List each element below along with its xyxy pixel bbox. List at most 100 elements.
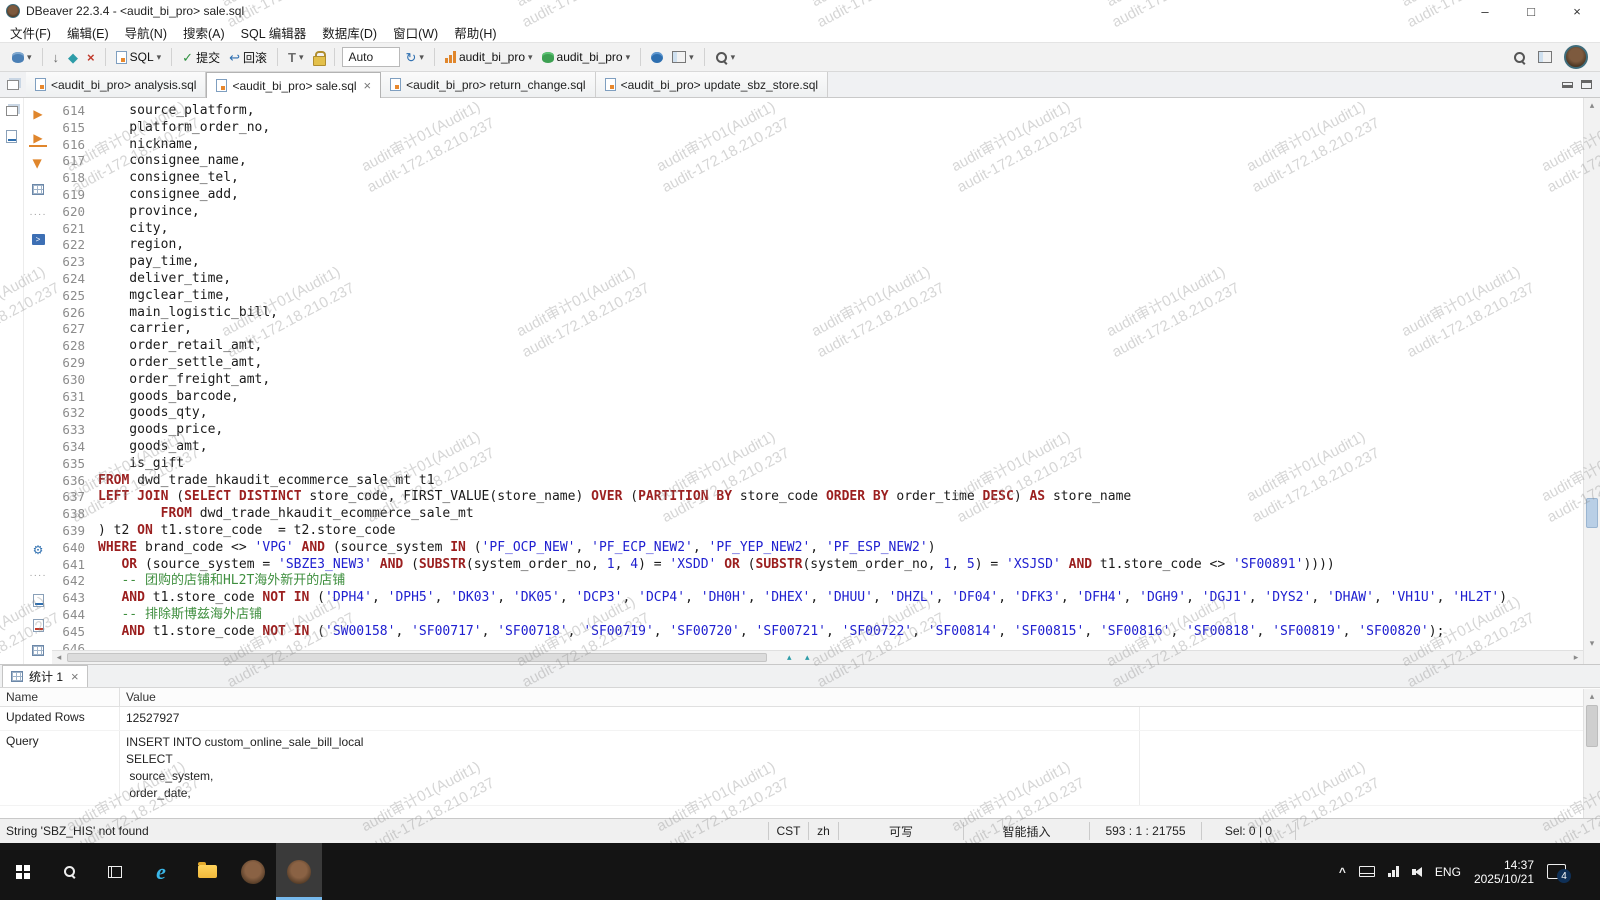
- commit-mode-input[interactable]: Auto: [342, 47, 400, 67]
- code-line[interactable]: 645 AND t1.store_code NOT IN ('SW00158',…: [52, 624, 1583, 641]
- close-panel-icon[interactable]: ×: [71, 669, 79, 684]
- code-line[interactable]: 646: [52, 641, 1583, 651]
- editor-tab-3[interactable]: <audit_bi_pro> return_change.sql: [381, 72, 595, 97]
- minimized-views-icon[interactable]: [6, 106, 18, 116]
- code-line[interactable]: 634 goods_amt,: [52, 439, 1583, 456]
- transaction-mode-dropdown[interactable]: T ▾: [285, 49, 306, 66]
- code-line[interactable]: 619 consignee_add,: [52, 187, 1583, 204]
- menu-item-7[interactable]: 窗口(W): [385, 21, 446, 44]
- grid-view-icon[interactable]: [29, 642, 47, 658]
- task-view-button[interactable]: [92, 843, 138, 900]
- sql-editor-surface[interactable]: 614 source_platform,615 platform_order_n…: [52, 98, 1583, 664]
- output-view-icon[interactable]: [29, 592, 47, 608]
- rollback-button[interactable]: ↩ 回滚: [226, 47, 270, 68]
- sql-editor-dropdown[interactable]: SQL ▾: [113, 48, 165, 66]
- column-header-name[interactable]: Name: [0, 688, 120, 706]
- scroll-right-arrow[interactable]: ▸: [1569, 651, 1583, 664]
- dbeaver-logo-icon[interactable]: [1564, 45, 1588, 69]
- maximize-button[interactable]: □: [1508, 0, 1554, 22]
- network-icon[interactable]: [1388, 866, 1399, 877]
- menu-item-5[interactable]: SQL 编辑器: [233, 21, 315, 44]
- menu-item-3[interactable]: 导航(N): [117, 21, 175, 44]
- code-line[interactable]: 626 main_logistic_bill,: [52, 305, 1583, 322]
- disconnect-button[interactable]: ×: [84, 49, 98, 66]
- execute-statement-icon[interactable]: ▶: [29, 106, 47, 122]
- code-line[interactable]: 628 order_retail_amt,: [52, 338, 1583, 355]
- explain-plan-icon[interactable]: ▶: [30, 155, 46, 173]
- open-connection-button[interactable]: ▾: [9, 50, 35, 65]
- stats-row[interactable]: Updated Rows12527927: [0, 707, 1600, 731]
- code-line[interactable]: 615 platform_order_no,: [52, 120, 1583, 137]
- code-line[interactable]: 640WHERE brand_code <> 'VPG' AND (source…: [52, 540, 1583, 557]
- scroll-down-arrow[interactable]: ▾: [1584, 636, 1600, 650]
- horizontal-scrollbar[interactable]: ◂ ▴ ▴ ▸: [52, 650, 1583, 664]
- code-line[interactable]: 639) t2 ON t1.store_code = t2.store_code: [52, 523, 1583, 540]
- code-line[interactable]: 644 -- 排除斯博兹海外店铺: [52, 607, 1583, 624]
- code-line[interactable]: 632 goods_qty,: [52, 405, 1583, 422]
- touch-keyboard-icon[interactable]: [1359, 866, 1375, 877]
- internet-explorer-button[interactable]: e: [138, 843, 184, 900]
- tray-chevron-up-icon[interactable]: ^: [1339, 865, 1346, 879]
- topology-dropdown[interactable]: ▾: [669, 49, 697, 65]
- code-line[interactable]: 630 order_freight_amt,: [52, 372, 1583, 389]
- statistics-tab[interactable]: 统计 1 ×: [2, 665, 88, 687]
- maximize-view-icon[interactable]: [1581, 80, 1592, 89]
- code-line[interactable]: 614 source_platform,: [52, 103, 1583, 120]
- connect-button[interactable]: ◆: [65, 49, 81, 66]
- language-indicator[interactable]: ENG: [1435, 865, 1461, 879]
- tab-close-icon[interactable]: ×: [364, 78, 372, 93]
- perspective-icon[interactable]: [1538, 51, 1552, 63]
- vertical-scrollbar[interactable]: ▴ ▾: [1583, 98, 1600, 664]
- code-line[interactable]: 642 -- 团购的店铺和HL2T海外新开的店铺: [52, 573, 1583, 590]
- result-grid-icon[interactable]: [29, 181, 47, 197]
- more-options-dots[interactable]: ····: [29, 567, 47, 583]
- editor-tab-4[interactable]: <audit_bi_pro> update_sbz_store.sql: [596, 72, 828, 97]
- commit-button[interactable]: ✓ 提交: [179, 47, 223, 68]
- scroll-up-arrow[interactable]: ▴: [1584, 98, 1600, 112]
- menu-item-6[interactable]: 数据库(D): [314, 21, 385, 44]
- network-button[interactable]: [648, 50, 666, 65]
- lock-button[interactable]: [310, 49, 327, 66]
- code-line[interactable]: 633 goods_price,: [52, 422, 1583, 439]
- quick-search-icon[interactable]: [1513, 51, 1526, 64]
- code-line[interactable]: 623 pay_time,: [52, 254, 1583, 271]
- code-line[interactable]: 620 province,: [52, 204, 1583, 221]
- minimize-button[interactable]: –: [1462, 0, 1508, 22]
- column-header-value[interactable]: Value: [120, 688, 162, 706]
- code-line[interactable]: 631 goods_barcode,: [52, 389, 1583, 406]
- code-line[interactable]: 625 mgclear_time,: [52, 288, 1583, 305]
- dbeaver-taskbar-button[interactable]: [230, 843, 276, 900]
- code-line[interactable]: 636FROM dwd_trade_hkaudit_ecommerce_sale…: [52, 473, 1583, 490]
- panel-scroll-up-arrow[interactable]: ▴: [1584, 689, 1600, 703]
- code-line[interactable]: 629 order_settle_amt,: [52, 355, 1583, 372]
- code-line[interactable]: 618 consignee_tel,: [52, 170, 1583, 187]
- code-line[interactable]: 617 consignee_name,: [52, 153, 1583, 170]
- panel-scroll-thumb[interactable]: [1586, 705, 1598, 747]
- search-dropdown[interactable]: ▾: [712, 49, 739, 66]
- panel-vertical-scrollbar[interactable]: ▴: [1583, 689, 1600, 818]
- refresh-dropdown[interactable]: ↻ ▾: [403, 49, 427, 66]
- restore-editors-button[interactable]: [0, 72, 26, 97]
- execute-script-icon[interactable]: ▶: [29, 131, 47, 147]
- notification-center-icon[interactable]: 4: [1547, 864, 1566, 879]
- minimize-view-icon[interactable]: [1562, 82, 1573, 88]
- minimized-editor-icon[interactable]: [6, 130, 17, 143]
- more-actions-dots[interactable]: ····: [29, 206, 47, 222]
- code-line[interactable]: 637LEFT JOIN (SELECT DISTINCT store_code…: [52, 489, 1583, 506]
- close-button[interactable]: ×: [1554, 0, 1600, 22]
- code-line[interactable]: 624 deliver_time,: [52, 271, 1583, 288]
- code-line[interactable]: 635 is_gift: [52, 456, 1583, 473]
- taskbar-search-button[interactable]: [46, 843, 92, 900]
- start-button[interactable]: [0, 843, 46, 900]
- stats-row[interactable]: QueryINSERT INTO custom_online_sale_bill…: [0, 731, 1600, 806]
- menu-item-8[interactable]: 帮助(H): [446, 21, 504, 44]
- code-line[interactable]: 622 region,: [52, 237, 1583, 254]
- code-area[interactable]: 614 source_platform,615 platform_order_n…: [52, 98, 1583, 650]
- editor-tab-2[interactable]: <audit_bi_pro> sale.sql×: [206, 72, 381, 98]
- code-line[interactable]: 641 OR (source_system = 'SBZE3_NEW3' AND…: [52, 557, 1583, 574]
- editor-tab-1[interactable]: <audit_bi_pro> analysis.sql: [26, 72, 206, 97]
- menu-item-4[interactable]: 搜索(A): [175, 21, 233, 44]
- code-line[interactable]: 627 carrier,: [52, 321, 1583, 338]
- code-line[interactable]: 638 FROM dwd_trade_hkaudit_ecommerce_sal…: [52, 506, 1583, 523]
- menu-item-1[interactable]: 文件(F): [2, 21, 59, 44]
